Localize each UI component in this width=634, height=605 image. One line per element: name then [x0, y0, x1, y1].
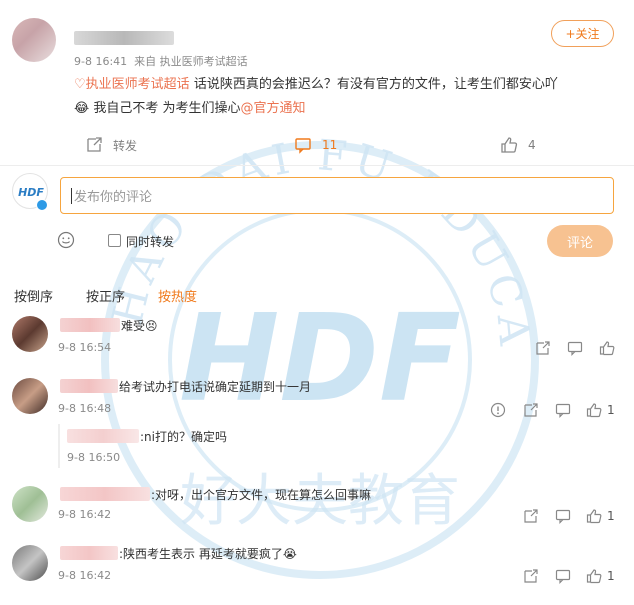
- share-icon[interactable]: [523, 568, 539, 584]
- comment-time: 9-8 16:42: [58, 508, 112, 521]
- thumbs-up-icon[interactable]: [586, 402, 602, 418]
- comment-text: :陕西考生表示 再延考就要疯了😭: [119, 547, 297, 561]
- laugh-emoji-icon: 😂: [74, 101, 90, 116]
- share-icon[interactable]: [523, 508, 539, 524]
- commenter-name[interactable]: [60, 379, 118, 393]
- post-meta: 9-8 16:41 来自 执业医师考试超话: [74, 53, 248, 69]
- report-icon[interactable]: [490, 402, 506, 418]
- comment-time: 9-8 16:48: [58, 402, 112, 415]
- comment-input-placeholder: 发布你的评论: [74, 190, 153, 205]
- mention-link[interactable]: @官方通知: [240, 101, 305, 116]
- thumbs-up-icon[interactable]: [599, 340, 615, 356]
- comment-text: 给考试办打电话说确定延期到十一月: [119, 380, 312, 394]
- comment-text: :对呀，出个官方文件，现在算怎么回事嘛: [151, 488, 372, 502]
- reply-text: :ni打的？确定吗: [140, 430, 227, 444]
- comment-input[interactable]: 发布你的评论: [60, 177, 614, 214]
- svg-text:HDF: HDF: [18, 186, 44, 199]
- avatar[interactable]: [12, 486, 48, 522]
- repost-action[interactable]: 转发: [85, 136, 137, 154]
- post-body-line1: ♡执业医师考试超话 话说陕西真的会推迟么？有没有官方的文件，让考生们都安心吖: [74, 77, 558, 92]
- thumbs-up-icon[interactable]: [586, 568, 602, 584]
- reply-icon[interactable]: [555, 508, 571, 524]
- supertopic-icon: ♡: [74, 77, 86, 92]
- replier-name[interactable]: [67, 429, 139, 443]
- watermark-hdf: HDF: [179, 290, 461, 429]
- repost-icon: [85, 136, 103, 154]
- comment-time: 9-8 16:54: [58, 341, 112, 354]
- avatar[interactable]: [12, 316, 48, 352]
- comment-text: 难受😣: [121, 319, 158, 333]
- supertopic-link[interactable]: 执业医师考试超话: [86, 77, 190, 92]
- reply-icon[interactable]: [555, 568, 571, 584]
- like-count: 1: [607, 569, 615, 583]
- thumbs-up-icon: [500, 136, 518, 154]
- commenter-name[interactable]: [60, 318, 120, 332]
- share-icon[interactable]: [535, 340, 551, 356]
- commenter-name[interactable]: [60, 487, 150, 501]
- follow-button[interactable]: +关注: [551, 20, 614, 47]
- like-action[interactable]: 4: [500, 136, 536, 154]
- avatar[interactable]: [12, 545, 48, 581]
- sort-tab-desc[interactable]: 按倒序: [14, 286, 53, 305]
- sort-tab-hot[interactable]: 按热度: [158, 286, 197, 305]
- comment-action[interactable]: 11: [294, 136, 337, 154]
- thumbs-up-icon[interactable]: [586, 508, 602, 524]
- post-author-name[interactable]: [74, 31, 174, 45]
- comment-time: 9-8 16:42: [58, 569, 112, 582]
- post-time[interactable]: 9-8 16:41: [74, 55, 127, 68]
- commenter-name[interactable]: [60, 546, 118, 560]
- share-icon[interactable]: [523, 402, 539, 418]
- divider: [0, 165, 634, 166]
- watermark-logo: HAO DAI FU EDUCATION HDF 好大夫教育: [70, 100, 539, 579]
- post-author-avatar[interactable]: [12, 18, 56, 62]
- post-source: 来自 执业医师考试超话: [134, 55, 248, 68]
- submit-comment-button[interactable]: 评论: [547, 225, 613, 257]
- reply-time: 9-8 16:50: [67, 451, 121, 464]
- emoji-icon[interactable]: [57, 231, 75, 249]
- reply-icon[interactable]: [567, 340, 583, 356]
- sort-tab-asc[interactable]: 按正序: [86, 286, 125, 305]
- avatar[interactable]: [12, 378, 48, 414]
- comment-icon: [294, 136, 312, 154]
- verified-badge-icon: [36, 199, 48, 211]
- reply-icon[interactable]: [555, 402, 571, 418]
- like-count: 1: [607, 509, 615, 523]
- also-repost-checkbox[interactable]: [108, 234, 121, 247]
- post-body-line2: 😂 我自己不考 为考生们操心@官方通知: [74, 101, 306, 116]
- like-count: 1: [607, 403, 615, 417]
- also-repost-label: 同时转发: [126, 235, 175, 249]
- reply-thread-line: [58, 424, 60, 468]
